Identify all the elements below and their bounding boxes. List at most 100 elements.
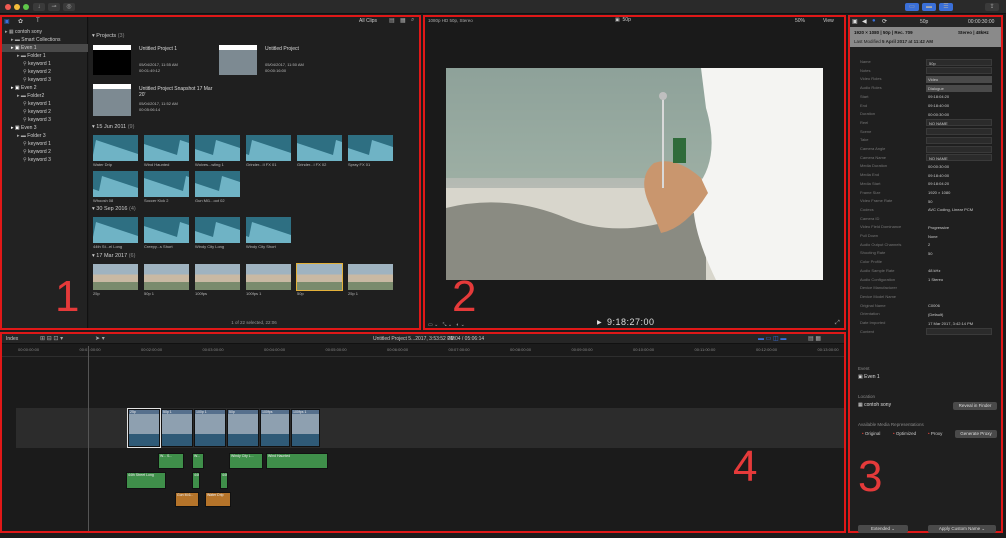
- share-inspector-icon[interactable]: ⟳: [882, 18, 887, 25]
- metadata-value[interactable]: [926, 128, 992, 136]
- section-header-projects[interactable]: ▾ Projects (3): [92, 33, 124, 39]
- library-item[interactable]: ▸ ▬ Folder 3: [2, 132, 88, 140]
- library-item[interactable]: ⚲ keyword 2: [2, 108, 88, 116]
- audio-clip[interactable]: 44th Street Long: [192, 472, 200, 489]
- transform-menu[interactable]: ▭ ⌄ ⤡ ⌄ ◐ ⌄: [428, 322, 465, 328]
- library-item[interactable]: ▸ ▣ Even 1: [2, 44, 88, 52]
- video-clip[interactable]: 50p: [227, 409, 259, 447]
- project-thumbnail[interactable]: [219, 45, 257, 75]
- play-icon[interactable]: ▶: [597, 319, 602, 326]
- clip-thumbnail[interactable]: [195, 135, 240, 161]
- metadata-view-menu[interactable]: Extended ⌄: [858, 525, 908, 533]
- clip-thumbnail[interactable]: [296, 263, 343, 291]
- audio-clip[interactable]: Water Drip: [205, 492, 231, 507]
- background-tasks-icon[interactable]: ◎: [63, 3, 75, 11]
- library-item[interactable]: ⚲ keyword 3: [2, 116, 88, 124]
- key-icon[interactable]: ⊸: [48, 3, 60, 11]
- library-item[interactable]: ⚲ keyword 2: [2, 68, 88, 76]
- metadata-value[interactable]: [926, 136, 992, 144]
- video-clip[interactable]: 100p 1: [194, 409, 226, 447]
- library-item[interactable]: ⚲ keyword 2: [2, 148, 88, 156]
- share-icon[interactable]: ⇪: [985, 3, 999, 11]
- skimming-icon[interactable]: ▬ ▭ ◫ ▬: [758, 335, 786, 342]
- video-clip[interactable]: 50p 1: [161, 409, 193, 447]
- audio-clip[interactable]: 44th Street Long: [126, 472, 166, 489]
- video-clip[interactable]: 100fps 1: [291, 409, 320, 447]
- clip-thumbnail[interactable]: [93, 171, 138, 197]
- library-item[interactable]: ⚲ keyword 1: [2, 60, 88, 68]
- clip-thumbnail[interactable]: [297, 135, 342, 161]
- clip-thumbnail[interactable]: [246, 135, 291, 161]
- library-item[interactable]: ▸ ▬ Smart Collections: [2, 36, 88, 44]
- audio-clip[interactable]: Gun M.6...: [175, 492, 199, 507]
- generate-proxy-button[interactable]: Generate Proxy: [955, 430, 997, 438]
- photos-icon[interactable]: ✿: [18, 18, 23, 25]
- section-header-2011[interactable]: ▾ 15 Jun 2011 (9): [92, 124, 134, 130]
- view-menu[interactable]: View: [823, 18, 834, 24]
- clip-thumbnail[interactable]: [93, 217, 138, 243]
- library-item[interactable]: ▸ ▬ Folder2: [2, 92, 88, 100]
- metadata-value[interactable]: 50p: [926, 58, 992, 66]
- clip-thumbnail[interactable]: [93, 135, 138, 161]
- clip-thumbnail[interactable]: [195, 171, 240, 197]
- clip-thumbnail[interactable]: [348, 135, 393, 161]
- clip-thumbnail[interactable]: [144, 135, 189, 161]
- close-window-button[interactable]: [5, 4, 11, 10]
- project-thumbnail[interactable]: [93, 84, 131, 116]
- metadata-value[interactable]: Dialogue: [926, 84, 992, 92]
- metadata-value[interactable]: NO NAME: [926, 154, 992, 162]
- show-browser-icon[interactable]: ▭: [905, 3, 919, 11]
- audio-clip[interactable]: 44th Street Long: [220, 472, 228, 489]
- library-item[interactable]: ▸ ▬ Folder 1: [2, 52, 88, 60]
- libraries-icon[interactable]: ▣: [4, 18, 10, 25]
- filmstrip-view-icon[interactable]: ▤: [389, 17, 395, 24]
- audio-clip[interactable]: W...: [192, 453, 204, 469]
- clip-thumbnail[interactable]: [195, 264, 240, 290]
- timecode-display[interactable]: 9:18:27:00: [607, 317, 655, 327]
- clip-thumbnail[interactable]: [246, 217, 291, 243]
- zoom-menu[interactable]: 50%: [795, 18, 805, 24]
- clip-thumbnail[interactable]: [348, 264, 393, 290]
- library-item[interactable]: ▸ ▣ Even 2: [2, 84, 88, 92]
- clip-thumbnail[interactable]: [144, 264, 189, 290]
- clip-filter-menu[interactable]: All Clips: [359, 18, 377, 24]
- section-header-2016[interactable]: ▾ 30 Sep 2016 (4): [92, 206, 136, 212]
- import-icon[interactable]: ↓: [33, 3, 45, 11]
- audio-clip[interactable]: Windy City L...: [229, 453, 263, 469]
- metadata-value[interactable]: [926, 145, 992, 153]
- library-item[interactable]: ⚲ keyword 3: [2, 156, 88, 164]
- show-timeline-icon[interactable]: ▬: [922, 3, 936, 11]
- metadata-value[interactable]: [926, 328, 992, 336]
- clip-appearance-icon[interactable]: ▤ ▦: [808, 335, 821, 342]
- library-item[interactable]: ⚲ keyword 3: [2, 76, 88, 84]
- minimize-window-button[interactable]: [14, 4, 20, 10]
- zoom-window-button[interactable]: [23, 4, 29, 10]
- library-item[interactable]: ▸ ▦ contoh sony: [2, 28, 88, 36]
- project-thumbnail[interactable]: [93, 45, 131, 75]
- audio-clip[interactable]: Wind Haunted: [266, 453, 328, 469]
- clip-thumbnail[interactable]: [195, 217, 240, 243]
- search-icon[interactable]: ⌕: [411, 17, 414, 24]
- library-item[interactable]: ⚲ keyword 1: [2, 140, 88, 148]
- clip-appearance-icon[interactable]: ▦: [400, 17, 406, 24]
- library-item[interactable]: ⚲ keyword 1: [2, 100, 88, 108]
- timeline-ruler[interactable]: 00:00:00:00 00:01:00:00 00:02:00:00 00:03:0…: [2, 345, 844, 357]
- select-tool-icon[interactable]: ➤ ▾: [95, 335, 105, 342]
- video-clip[interactable]: 25p: [127, 408, 161, 448]
- clip-thumbnail[interactable]: [93, 264, 138, 290]
- library-item[interactable]: ▸ ▣ Even 3: [2, 124, 88, 132]
- video-clip[interactable]: 100fps: [260, 409, 290, 447]
- video-inspector-icon[interactable]: ▣: [852, 18, 858, 25]
- show-inspector-icon[interactable]: ☰: [939, 3, 953, 11]
- metadata-value[interactable]: Video: [926, 75, 992, 83]
- metadata-value[interactable]: [926, 67, 992, 75]
- section-header-2017[interactable]: ▾ 17 Mar 2017 (6): [92, 253, 135, 259]
- reveal-in-finder-button[interactable]: Reveal in Finder: [953, 402, 997, 410]
- clip-thumbnail[interactable]: [144, 217, 189, 243]
- playhead[interactable]: [88, 346, 89, 531]
- clip-thumbnail[interactable]: [246, 264, 291, 290]
- audio-clip[interactable]: W... S...: [158, 453, 184, 469]
- apply-custom-name-menu[interactable]: Apply Custom Name ⌄: [928, 525, 996, 533]
- titles-icon[interactable]: T: [36, 18, 40, 24]
- timeline-index-button[interactable]: Index: [6, 336, 18, 342]
